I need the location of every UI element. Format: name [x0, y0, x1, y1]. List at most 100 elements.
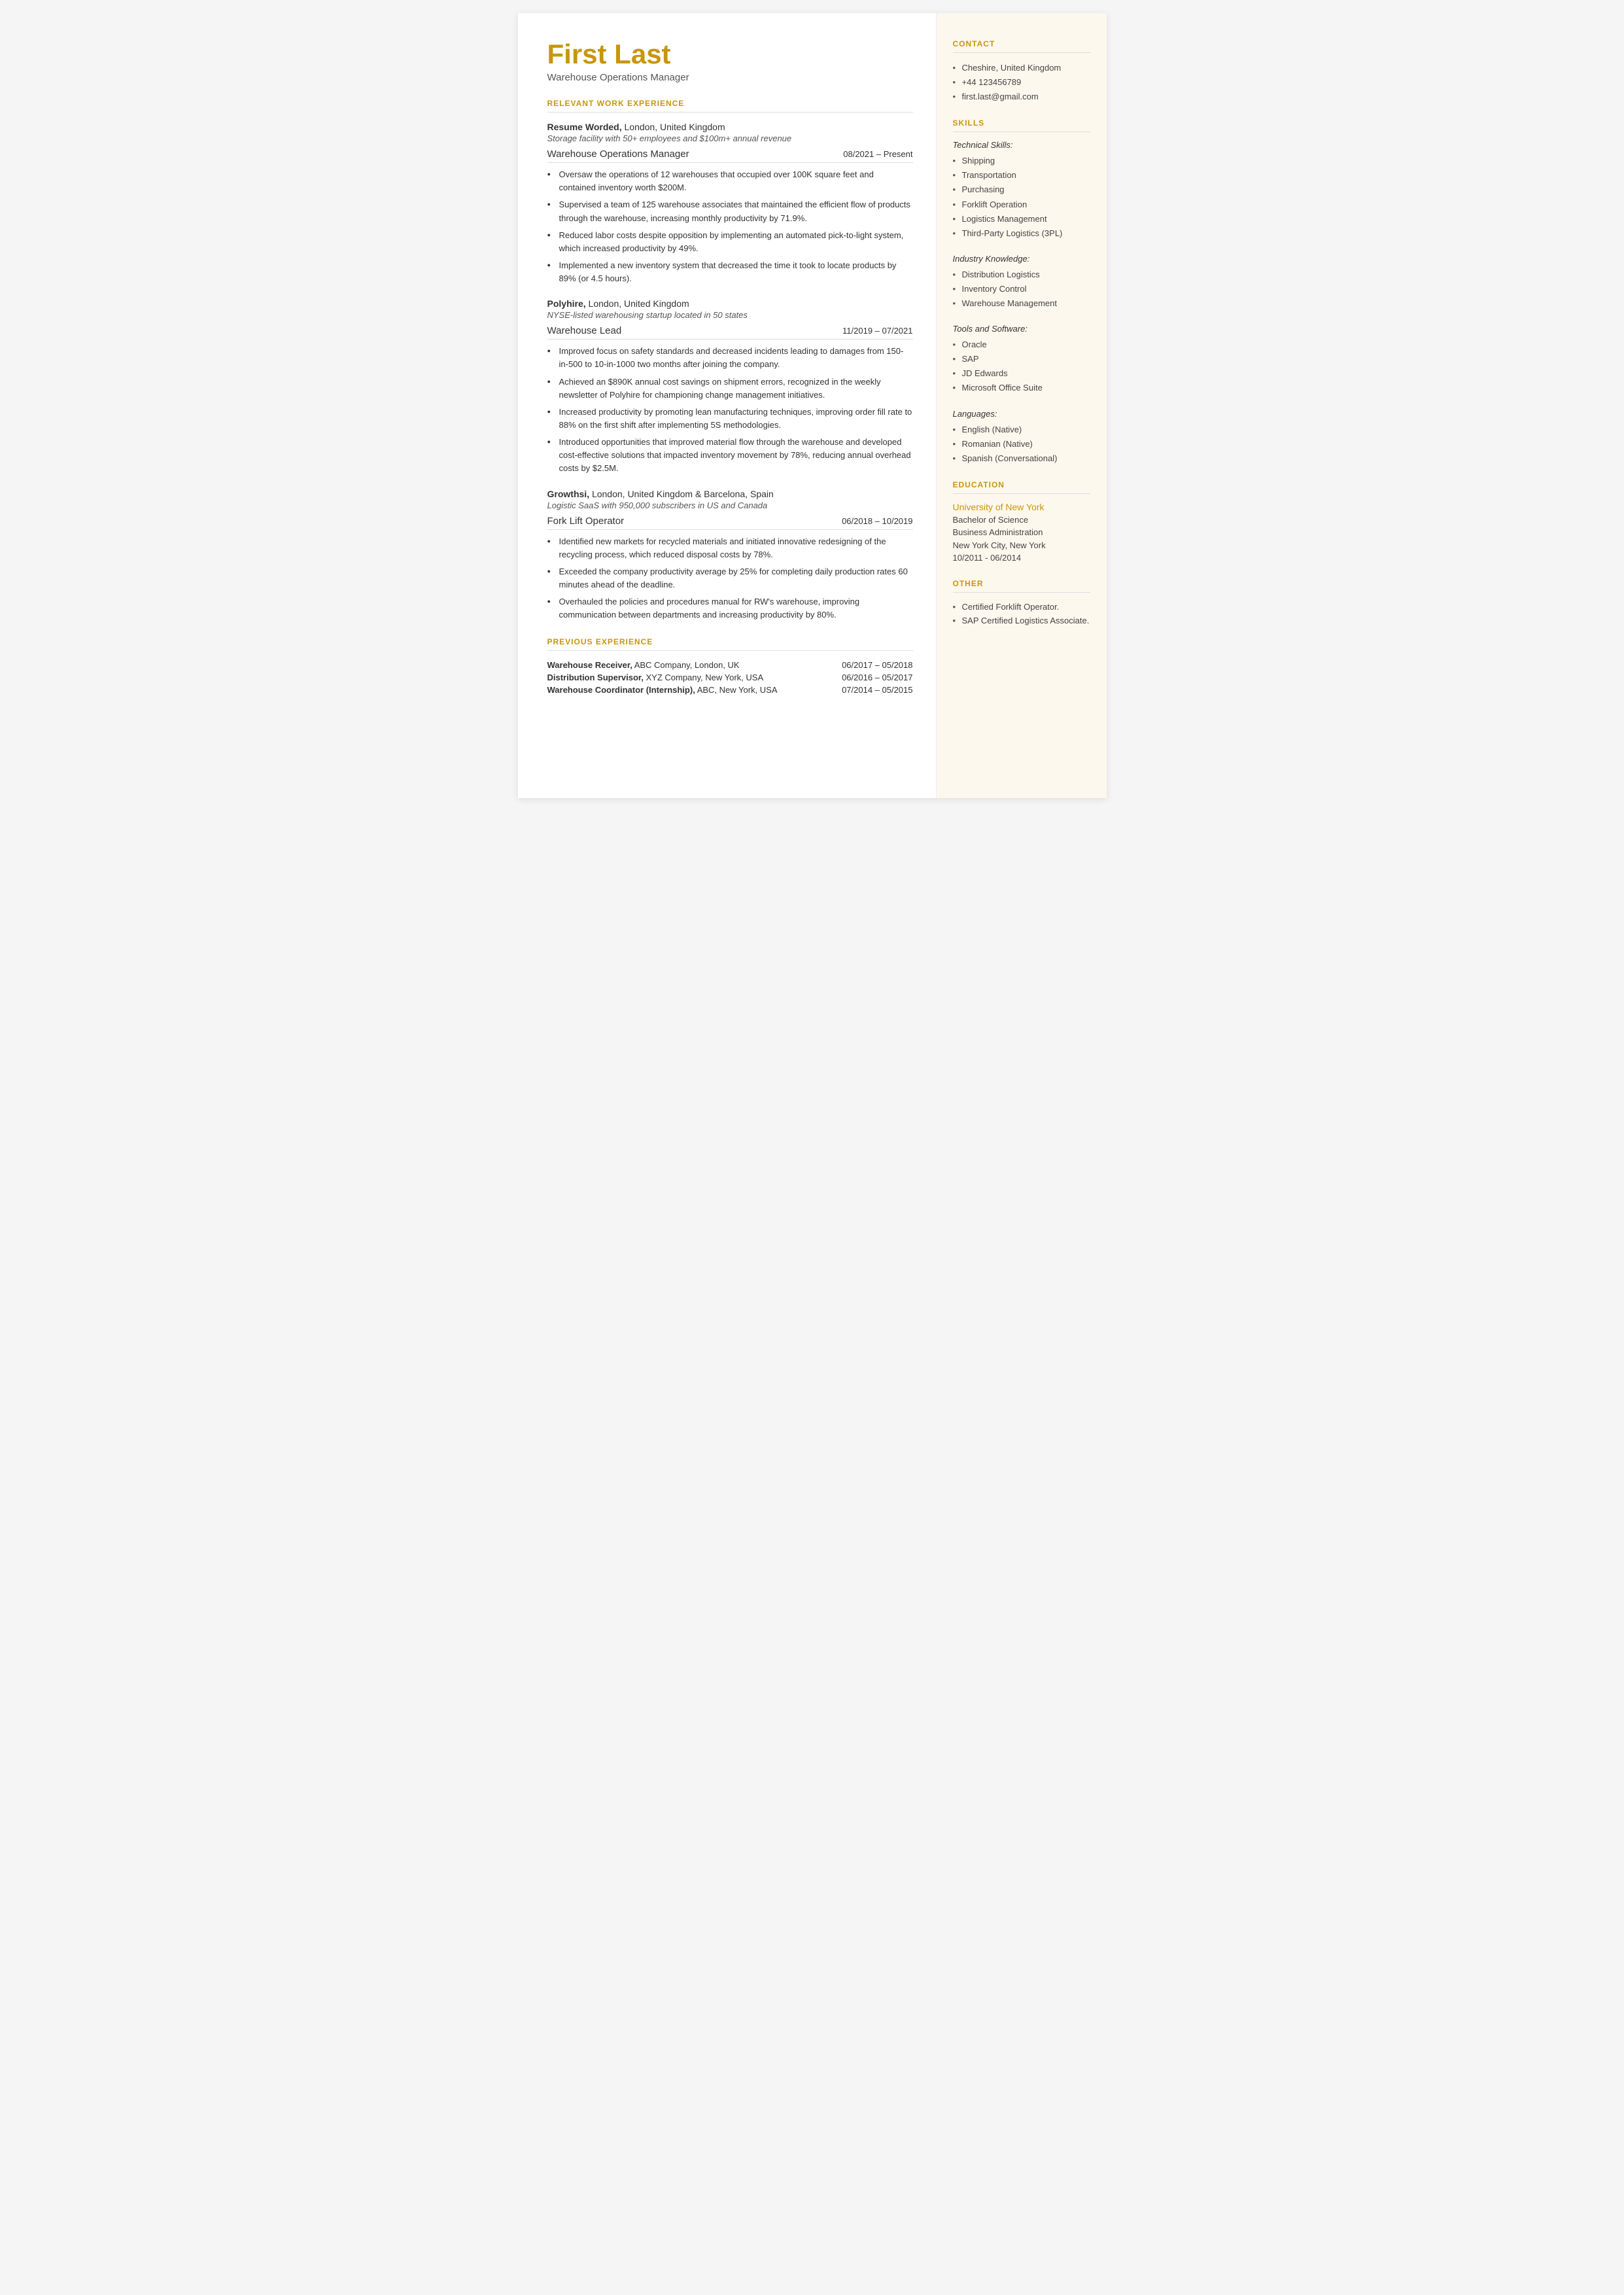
- lang-spanish: Spanish (Conversational): [953, 451, 1090, 466]
- skill-oracle: Oracle: [953, 338, 1090, 352]
- skill-inventory-control: Inventory Control: [953, 282, 1090, 296]
- company-desc-3: Logistic SaaS with 950,000 subscribers i…: [547, 500, 913, 510]
- role-dates-1: 08/2021 – Present: [843, 149, 912, 159]
- lang-romanian: Romanian (Native): [953, 437, 1090, 451]
- edu-field: Business Administration: [953, 526, 1090, 539]
- industry-skills-label: Industry Knowledge:: [953, 254, 1090, 264]
- prev-title-3: Warehouse Coordinator (Internship),: [547, 685, 695, 695]
- prev-exp-row-2: Distribution Supervisor, XYZ Company, Ne…: [547, 673, 913, 682]
- contact-item-3: first.last@gmail.com: [953, 90, 1090, 104]
- skill-shipping: Shipping: [953, 154, 1090, 168]
- technical-skills-label: Technical Skills:: [953, 140, 1090, 150]
- technical-skills-list: Shipping Transportation Purchasing Forkl…: [953, 154, 1090, 241]
- skill-transportation: Transportation: [953, 168, 1090, 183]
- prev-exp-left-2: Distribution Supervisor, XYZ Company, Ne…: [547, 673, 764, 682]
- section-divider: [547, 112, 913, 113]
- skill-warehouse-mgmt: Warehouse Management: [953, 296, 1090, 311]
- role-dates-3: 06/2018 – 10/2019: [842, 516, 912, 526]
- edu-location: New York City, New York: [953, 539, 1090, 552]
- prev-dates-3: 07/2014 – 05/2015: [842, 685, 912, 695]
- education-section: EDUCATION University of New York Bachelo…: [953, 480, 1090, 565]
- skill-purchasing: Purchasing: [953, 183, 1090, 197]
- bullet-1-4: Implemented a new inventory system that …: [547, 259, 913, 285]
- bullet-2-2: Achieved an $890K annual cost savings on…: [547, 376, 913, 402]
- company-name-1: Resume Worded,: [547, 122, 622, 132]
- education-block: University of New York Bachelor of Scien…: [953, 502, 1090, 565]
- role-line-1: Warehouse Operations Manager 08/2021 – P…: [547, 149, 913, 163]
- edu-university: University of New York: [953, 502, 1090, 512]
- sidebar: CONTACT Cheshire, United Kingdom +44 123…: [937, 13, 1107, 798]
- bullet-list-3: Identified new markets for recycled mate…: [547, 535, 913, 622]
- prev-exp-row-3: Warehouse Coordinator (Internship), ABC,…: [547, 685, 913, 695]
- industry-skills-list: Distribution Logistics Inventory Control…: [953, 268, 1090, 311]
- job-block-3: Growthsi, London, United Kingdom & Barce…: [547, 489, 913, 622]
- contact-item-2: +44 123456789: [953, 75, 1090, 90]
- contact-divider: [953, 52, 1090, 53]
- skill-sap: SAP: [953, 352, 1090, 366]
- other-section: OTHER Certified Forklift Operator. SAP C…: [953, 579, 1090, 628]
- other-item-1: Certified Forklift Operator.: [953, 601, 1090, 614]
- contact-item-1: Cheshire, United Kingdom: [953, 61, 1090, 75]
- bullet-3-3: Overhauled the policies and procedures m…: [547, 595, 913, 622]
- skill-dist-logistics: Distribution Logistics: [953, 268, 1090, 282]
- tools-list: Oracle SAP JD Edwards Microsoft Office S…: [953, 338, 1090, 395]
- bullet-1-3: Reduced labor costs despite opposition b…: [547, 229, 913, 255]
- bullet-1-1: Oversaw the operations of 12 warehouses …: [547, 168, 913, 194]
- candidate-title: Warehouse Operations Manager: [547, 72, 913, 83]
- bullet-1-2: Supervised a team of 125 warehouse assoc…: [547, 198, 913, 224]
- role-line-2: Warehouse Lead 11/2019 – 07/2021: [547, 325, 913, 340]
- other-item-2: SAP Certified Logistics Associate.: [953, 614, 1090, 628]
- prev-section-divider: [547, 650, 913, 651]
- bullet-list-2: Improved focus on safety standards and d…: [547, 345, 913, 475]
- prev-dates-1: 06/2017 – 05/2018: [842, 660, 912, 670]
- bullet-3-1: Identified new markets for recycled mate…: [547, 535, 913, 561]
- resume-container: First Last Warehouse Operations Manager …: [518, 13, 1107, 798]
- lang-english: English (Native): [953, 423, 1090, 437]
- bullet-3-2: Exceeded the company productivity averag…: [547, 565, 913, 591]
- skill-forklift: Forklift Operation: [953, 198, 1090, 212]
- previous-exp-heading: PREVIOUS EXPERIENCE: [547, 637, 913, 646]
- company-name-line-2: Polyhire, London, United Kingdom: [547, 298, 913, 309]
- other-heading: OTHER: [953, 579, 1090, 588]
- company-location-3: London, United Kingdom & Barcelona, Spai…: [589, 489, 774, 499]
- education-divider: [953, 493, 1090, 494]
- prev-exp-left-1: Warehouse Receiver, ABC Company, London,…: [547, 660, 740, 670]
- role-line-3: Fork Lift Operator 06/2018 – 10/2019: [547, 516, 913, 530]
- languages-list: English (Native) Romanian (Native) Spani…: [953, 423, 1090, 466]
- prev-company-1: ABC Company, London, UK: [632, 660, 740, 670]
- contact-list: Cheshire, United Kingdom +44 123456789 f…: [953, 61, 1090, 104]
- prev-dates-2: 06/2016 – 05/2017: [842, 673, 912, 682]
- tools-label: Tools and Software:: [953, 324, 1090, 334]
- languages-label: Languages:: [953, 409, 1090, 419]
- contact-heading: CONTACT: [953, 39, 1090, 48]
- other-list: Certified Forklift Operator. SAP Certifi…: [953, 601, 1090, 628]
- prev-company-3: ABC, New York, USA: [695, 685, 778, 695]
- role-title-2: Warehouse Lead: [547, 325, 622, 336]
- candidate-name: First Last: [547, 39, 913, 69]
- skill-logistics-mgmt: Logistics Management: [953, 212, 1090, 226]
- role-title-3: Fork Lift Operator: [547, 516, 625, 527]
- company-name-line-3: Growthsi, London, United Kingdom & Barce…: [547, 489, 913, 499]
- prev-exp-left-3: Warehouse Coordinator (Internship), ABC,…: [547, 685, 778, 695]
- company-desc-2: NYSE-listed warehousing startup located …: [547, 310, 913, 320]
- skill-jd-edwards: JD Edwards: [953, 366, 1090, 381]
- skills-divider: [953, 131, 1090, 132]
- edu-degree: Bachelor of Science: [953, 514, 1090, 527]
- role-dates-2: 11/2019 – 07/2021: [842, 326, 912, 336]
- job-block-2: Polyhire, London, United Kingdom NYSE-li…: [547, 298, 913, 475]
- prev-title-1: Warehouse Receiver,: [547, 660, 632, 670]
- company-name-line-1: Resume Worded, London, United Kingdom: [547, 122, 913, 132]
- other-divider: [953, 592, 1090, 593]
- company-name-2: Polyhire,: [547, 298, 586, 309]
- job-block-1: Resume Worded, London, United Kingdom St…: [547, 122, 913, 285]
- skills-section: SKILLS Technical Skills: Shipping Transp…: [953, 118, 1090, 466]
- prev-exp-row-1: Warehouse Receiver, ABC Company, London,…: [547, 660, 913, 670]
- company-desc-1: Storage facility with 50+ employees and …: [547, 133, 913, 143]
- prev-title-2: Distribution Supervisor,: [547, 673, 644, 682]
- bullet-list-1: Oversaw the operations of 12 warehouses …: [547, 168, 913, 285]
- skill-ms-office: Microsoft Office Suite: [953, 381, 1090, 395]
- edu-dates: 10/2011 - 06/2014: [953, 552, 1090, 565]
- main-column: First Last Warehouse Operations Manager …: [518, 13, 937, 798]
- bullet-2-3: Increased productivity by promoting lean…: [547, 406, 913, 432]
- bullet-2-1: Improved focus on safety standards and d…: [547, 345, 913, 371]
